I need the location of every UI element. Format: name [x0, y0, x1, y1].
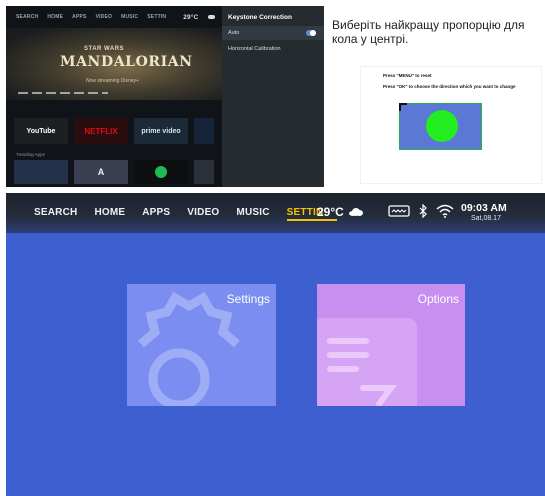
cloud-icon — [348, 208, 363, 216]
clock-time: 09:03 AM — [461, 202, 507, 214]
keystone-item-label: Horizontal Calibration — [228, 46, 281, 52]
tv-nav-video: VIDEO — [95, 14, 113, 20]
calibration-circle — [426, 110, 458, 142]
nav-music[interactable]: MUSIC — [236, 207, 269, 221]
nav-home[interactable]: HOME — [94, 207, 125, 221]
cloud-icon — [207, 15, 215, 19]
nav-video[interactable]: VIDEO — [187, 207, 219, 221]
temperature: 29°C — [317, 205, 344, 219]
status-icons — [388, 204, 454, 218]
wifi-icon[interactable] — [436, 204, 454, 218]
tv-screen-photo: SEARCH HOME APPS VIDEO MUSIC SETTIN 29°C… — [6, 6, 324, 187]
app-tile-netflix: NETFLIX — [74, 118, 128, 144]
trending-tile: A — [74, 160, 128, 184]
tv-hero-banner: STAR WARS MANDALORIAN Now streaming Disn… — [6, 28, 222, 100]
nav-apps[interactable]: APPS — [142, 207, 170, 221]
hero-pager — [18, 92, 108, 94]
corner-marker — [399, 103, 407, 111]
trending-tile — [134, 160, 188, 184]
calibration-screen: Press "MENU" to reset Press "OK" to choo… — [360, 66, 542, 184]
options-card[interactable]: Options — [317, 284, 465, 406]
keystone-item-auto: Auto — [222, 26, 324, 40]
top-bar: SEARCH HOME APPS VIDEO MUSIC SETTIN 29°C — [6, 193, 545, 233]
trending-tile — [14, 160, 68, 184]
usb-icon[interactable] — [388, 205, 410, 217]
tv-nav-search: SEARCH — [16, 14, 39, 20]
nav-search[interactable]: SEARCH — [34, 207, 77, 221]
bluetooth-icon[interactable] — [418, 204, 428, 218]
settings-card-label: Settings — [226, 292, 270, 306]
weather: 29°C — [317, 205, 363, 219]
tv-nav-home: HOME — [47, 14, 64, 20]
tv-nav-music: MUSIC — [121, 14, 139, 20]
tv-nav-settings: SETTIN — [147, 14, 167, 20]
app-tile-prime: prime video — [134, 118, 188, 144]
keystone-title: Keystone Correction — [228, 14, 292, 21]
main-nav: SEARCH HOME APPS VIDEO MUSIC SETTIN — [34, 207, 337, 221]
tv-nav-bar: SEARCH HOME APPS VIDEO MUSIC SETTIN 29°C — [6, 6, 222, 28]
tv-nav-apps: APPS — [72, 14, 87, 20]
keystone-panel: Keystone Correction Auto Horizontal Cali… — [222, 6, 324, 187]
trending-tile — [194, 160, 214, 184]
page: SEARCH HOME APPS VIDEO MUSIC SETTIN 29°C… — [0, 0, 545, 496]
keystone-item-horizontal: Horizontal Calibration — [222, 42, 324, 56]
app-tile-youtube: YouTube — [14, 118, 68, 144]
app-tile-partial — [194, 118, 214, 144]
calibration-frame — [399, 103, 482, 150]
hero-title: MANDALORIAN — [60, 54, 193, 70]
trending-label: Trending Apps — [16, 152, 45, 157]
calibration-line2: Press "OK" to choose the direction which… — [383, 84, 516, 89]
toggle-switch — [306, 30, 316, 36]
calibration-line1: Press "MENU" to reset — [383, 73, 432, 78]
settings-card[interactable]: Settings — [127, 284, 276, 406]
tv-trending-row: A — [14, 160, 214, 184]
tv-app-row: YouTube NETFLIX prime video — [14, 118, 214, 144]
projector-home-screen: SEARCH HOME APPS VIDEO MUSIC SETTIN 29°C — [6, 193, 545, 496]
instruction-text: Виберіть найкращу пропорцію для кола у ц… — [332, 18, 525, 46]
clock-date: Sat,08.17 — [471, 215, 501, 222]
hero-line2: Now streaming Disney+ — [86, 78, 139, 84]
hero-line1: STAR WARS — [84, 46, 125, 52]
spotify-icon — [155, 166, 167, 178]
tv-temperature: 29°C — [183, 13, 199, 21]
options-card-label: Options — [417, 292, 459, 306]
clock: 09:03 AM Sat,08.17 — [461, 202, 507, 222]
keystone-item-label: Auto — [228, 30, 240, 36]
